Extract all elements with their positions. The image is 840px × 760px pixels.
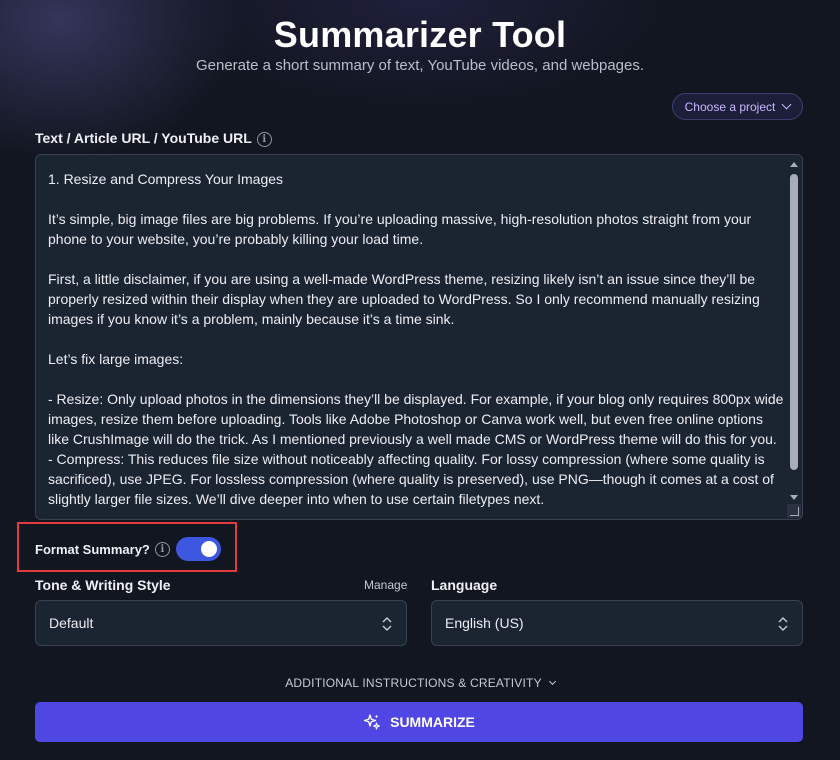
chevron-down-icon: [548, 677, 556, 686]
textarea-scrollbar[interactable]: [787, 156, 801, 504]
additional-instructions-toggle[interactable]: ADDITIONAL INSTRUCTIONS & CREATIVITY: [0, 676, 840, 690]
text-input-content[interactable]: 1. Resize and Compress Your Images It’s …: [48, 169, 786, 509]
text-paragraph: First, a little disclaimer, if you are u…: [48, 271, 760, 327]
input-label: Text / Article URL / YouTube URL: [35, 130, 252, 146]
text-paragraph: It’s simple, big image files are big pro…: [48, 211, 752, 247]
choose-project-label: Choose a project: [684, 99, 776, 114]
language-select[interactable]: English (US): [431, 600, 803, 646]
tone-select-value: Default: [49, 615, 94, 631]
page-subtitle: Generate a short summary of text, YouTub…: [195, 57, 645, 74]
summarize-label: SUMMARIZE: [390, 714, 475, 730]
sort-arrows-icon: [382, 617, 392, 631]
scroll-up-icon[interactable]: [790, 162, 798, 167]
text-paragraph: Let’s fix large images:: [48, 351, 184, 367]
text-input-area[interactable]: 1. Resize and Compress Your Images It’s …: [35, 154, 803, 520]
text-paragraph: 1. Resize and Compress Your Images: [48, 171, 284, 187]
chevron-down-icon: [781, 99, 792, 110]
additional-instructions-label: ADDITIONAL INSTRUCTIONS & CREATIVITY: [285, 676, 542, 690]
format-summary-row: Format Summary? i: [35, 537, 221, 561]
language-select-value: English (US): [445, 615, 524, 631]
info-icon[interactable]: i: [154, 541, 170, 557]
format-summary-label: Format Summary?: [35, 541, 150, 557]
sparkles-icon: [363, 714, 381, 730]
sort-arrows-icon: [778, 617, 788, 631]
toggle-knob: [200, 541, 217, 557]
page-title: Summarizer Tool: [273, 14, 567, 55]
input-label-row: Text / Article URL / YouTube URL i: [35, 130, 272, 147]
summarize-button[interactable]: SUMMARIZE: [35, 702, 803, 742]
scroll-down-icon[interactable]: [790, 495, 798, 500]
resize-handle-icon[interactable]: [787, 504, 801, 518]
info-icon[interactable]: i: [256, 131, 272, 147]
manage-tone-link[interactable]: Manage: [364, 578, 407, 592]
text-paragraph: - Compress: This reduces file size witho…: [48, 451, 774, 507]
format-summary-toggle[interactable]: [175, 537, 221, 561]
scroll-thumb[interactable]: [790, 174, 798, 470]
text-paragraph: - Resize: Only upload photos in the dime…: [48, 391, 784, 447]
language-label: Language: [431, 577, 498, 593]
choose-project-dropdown[interactable]: Choose a project: [672, 93, 803, 120]
tone-select[interactable]: Default: [35, 600, 407, 646]
tone-label: Tone & Writing Style: [35, 577, 171, 593]
